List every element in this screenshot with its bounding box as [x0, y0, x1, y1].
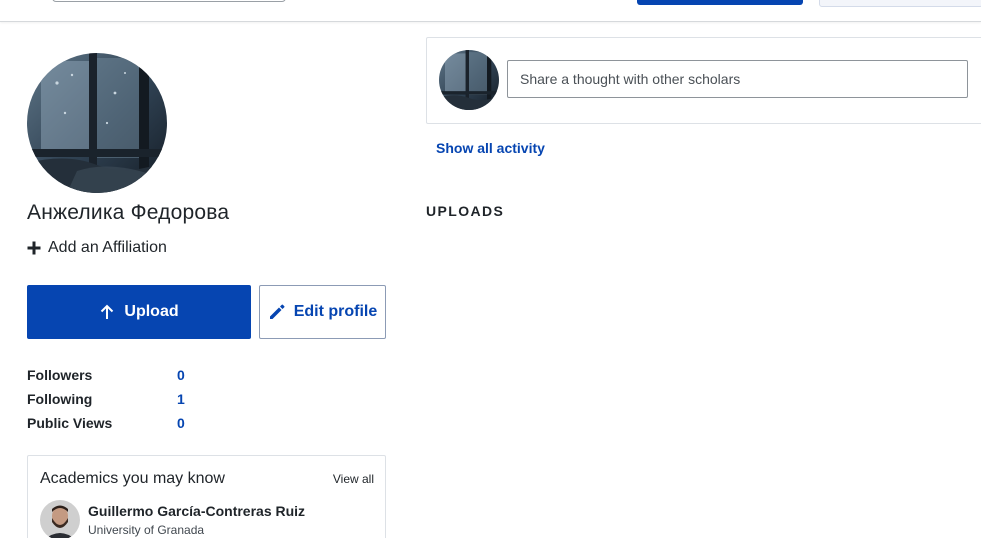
uploads-heading: UPLOADS: [426, 203, 505, 219]
followers-count[interactable]: 0: [177, 367, 185, 383]
following-count[interactable]: 1: [177, 391, 185, 407]
person-institution: University of Granada: [88, 523, 205, 537]
view-all-link[interactable]: View all: [333, 472, 374, 486]
stat-followers: Followers 0: [27, 363, 185, 387]
upload-button-label: Upload: [124, 303, 179, 320]
stat-following: Following 1: [27, 387, 185, 411]
header-primary-button[interactable]: [637, 0, 803, 5]
profile-photo: [27, 53, 167, 193]
avatar: [439, 50, 499, 110]
top-navigation-bar: [0, 0, 981, 22]
stat-label: Following: [27, 391, 93, 407]
show-all-activity-link[interactable]: Show all activity: [436, 140, 545, 156]
card-title: Academics you may know: [40, 470, 225, 487]
person-name[interactable]: Guillermo García-Contreras Ruiz: [88, 503, 305, 519]
stat-public-views: Public Views 0: [27, 411, 185, 435]
add-affiliation-label: Add an Affiliation: [48, 239, 167, 256]
stat-label: Public Views: [27, 415, 113, 431]
person-photo: [40, 500, 80, 538]
profile-name: Анжелика Федорова: [27, 201, 230, 224]
edit-profile-button[interactable]: Edit profile: [259, 285, 386, 339]
profile-avatar[interactable]: [27, 53, 167, 193]
plus-icon: [27, 241, 41, 255]
profile-stats: Followers 0 Following 1 Public Views 0: [27, 363, 185, 435]
profile-page: Анжелика Федорова Add an Affiliation Upl…: [0, 0, 981, 538]
edit-profile-label: Edit profile: [293, 303, 378, 320]
share-thought-input[interactable]: [507, 60, 968, 98]
profile-photo-small: [439, 50, 499, 110]
stat-label: Followers: [27, 367, 93, 383]
header-secondary-button[interactable]: [819, 0, 981, 7]
pencil-icon: [269, 304, 285, 319]
academics-you-may-know-card: Academics you may know View all Guillerm…: [27, 455, 386, 538]
public-views-count[interactable]: 0: [177, 415, 185, 431]
search-field[interactable]: [52, 0, 286, 2]
share-thought-card: [426, 37, 981, 124]
add-affiliation-link[interactable]: Add an Affiliation: [27, 239, 167, 257]
avatar[interactable]: [40, 500, 80, 538]
arrow-up-icon: [101, 304, 114, 319]
upload-button[interactable]: Upload: [27, 285, 251, 339]
